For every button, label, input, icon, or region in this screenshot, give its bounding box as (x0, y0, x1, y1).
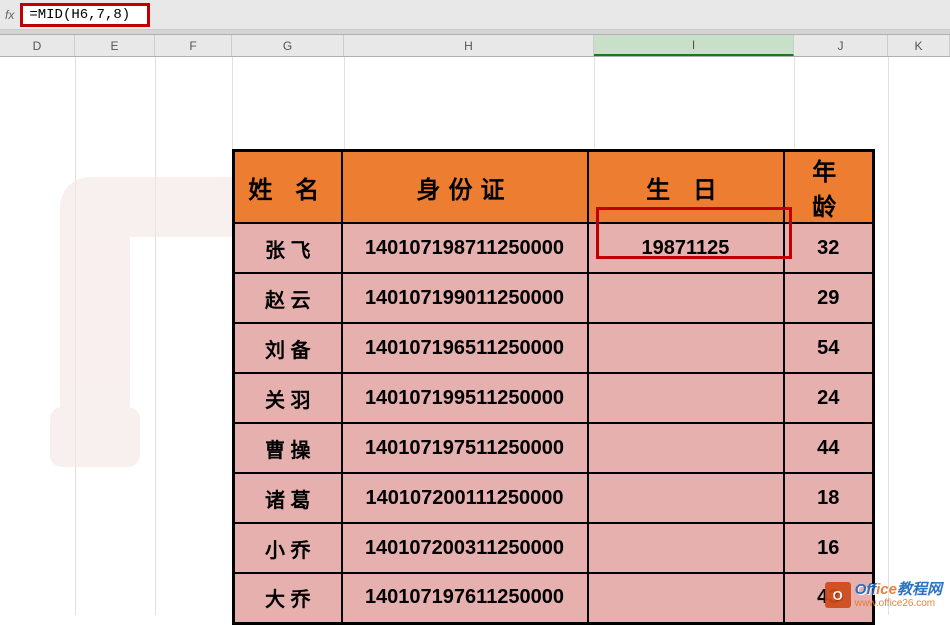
cell-id[interactable]: 140107198711250000 (342, 223, 588, 273)
table-row: 诸 葛 140107200111250000 18 (234, 473, 874, 523)
cell-bday[interactable] (588, 523, 784, 573)
col-header-j[interactable]: J (794, 35, 888, 56)
cell-age[interactable]: 24 (784, 373, 874, 423)
formula-bar: fx =MID(H6,7,8) (0, 0, 950, 30)
table-row: 小 乔 140107200311250000 16 (234, 523, 874, 573)
cell-name[interactable]: 关 羽 (234, 373, 342, 423)
table-row: 刘 备 140107196511250000 54 (234, 323, 874, 373)
table-row: 张 飞 140107198711250000 19871125 32 (234, 223, 874, 273)
cell-name[interactable]: 诸 葛 (234, 473, 342, 523)
cell-id[interactable]: 140107197611250000 (342, 573, 588, 623)
cell-age[interactable]: 44 (784, 423, 874, 473)
col-header-i[interactable]: I (594, 35, 794, 56)
logo-text: Office教程网 (855, 582, 942, 599)
cell-age[interactable]: 16 (784, 523, 874, 573)
cell-bday[interactable] (588, 473, 784, 523)
col-header-e[interactable]: E (75, 35, 155, 56)
table-row: 大 乔 140107197611250000 43 (234, 573, 874, 623)
logo-badge-icon: O (825, 582, 851, 608)
cell-name[interactable]: 小 乔 (234, 523, 342, 573)
cell-bday[interactable] (588, 373, 784, 423)
cell-age[interactable]: 29 (784, 273, 874, 323)
col-header-f[interactable]: F (155, 35, 232, 56)
cell-name[interactable]: 刘 备 (234, 323, 342, 373)
cell-bday[interactable] (588, 423, 784, 473)
cell-id[interactable]: 140107199511250000 (342, 373, 588, 423)
cell-name[interactable]: 曹 操 (234, 423, 342, 473)
formula-input[interactable]: =MID(H6,7,8) (20, 3, 150, 27)
header-birthday[interactable]: 生 日 (588, 151, 784, 224)
spreadsheet-grid[interactable]: 姓 名 身份证 生 日 年 龄 张 飞 140107198711250000 1… (0, 57, 950, 615)
cell-bday[interactable] (588, 573, 784, 623)
table-header-row: 姓 名 身份证 生 日 年 龄 (234, 151, 874, 224)
col-header-h[interactable]: H (344, 35, 594, 56)
header-id[interactable]: 身份证 (342, 151, 588, 224)
table-row: 关 羽 140107199511250000 24 (234, 373, 874, 423)
table-row: 赵 云 140107199011250000 29 (234, 273, 874, 323)
cell-name[interactable]: 大 乔 (234, 573, 342, 623)
header-age[interactable]: 年 龄 (784, 151, 874, 224)
cell-id[interactable]: 140107200311250000 (342, 523, 588, 573)
cell-id[interactable]: 140107196511250000 (342, 323, 588, 373)
data-table: 姓 名 身份证 生 日 年 龄 张 飞 140107198711250000 1… (232, 149, 875, 625)
cell-bday[interactable]: 19871125 (588, 223, 784, 273)
header-name[interactable]: 姓 名 (234, 151, 342, 224)
cell-age[interactable]: 32 (784, 223, 874, 273)
cell-id[interactable]: 140107199011250000 (342, 273, 588, 323)
cell-name[interactable]: 赵 云 (234, 273, 342, 323)
column-header-row: D E F G H I J K (0, 35, 950, 57)
logo-url: www.office26.com (855, 598, 942, 609)
formula-text: =MID(H6,7,8) (29, 7, 130, 23)
col-header-g[interactable]: G (232, 35, 344, 56)
fx-label: fx (5, 8, 14, 22)
table-row: 曹 操 140107197511250000 44 (234, 423, 874, 473)
col-header-d[interactable]: D (0, 35, 75, 56)
cell-age[interactable]: 18 (784, 473, 874, 523)
cell-bday[interactable] (588, 273, 784, 323)
cell-name[interactable]: 张 飞 (234, 223, 342, 273)
col-header-k[interactable]: K (888, 35, 950, 56)
cell-age[interactable]: 54 (784, 323, 874, 373)
cell-id[interactable]: 140107200111250000 (342, 473, 588, 523)
watermark-logo: O Office教程网 www.office26.com (825, 582, 942, 610)
cell-bday[interactable] (588, 323, 784, 373)
cell-id[interactable]: 140107197511250000 (342, 423, 588, 473)
